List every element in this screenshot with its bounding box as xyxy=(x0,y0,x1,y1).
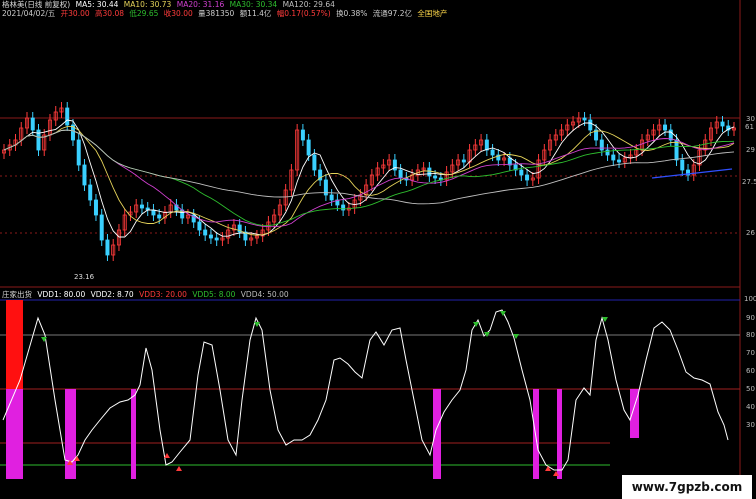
ma-line xyxy=(3,119,735,238)
candle-body xyxy=(203,229,208,236)
oscillator-line xyxy=(2,309,729,471)
indicator-panel-frame xyxy=(0,299,740,466)
candle-body xyxy=(329,194,334,201)
price-tick-2: 61 xyxy=(745,123,754,131)
magenta-bar xyxy=(6,389,23,479)
ma-line xyxy=(3,129,735,227)
candle-body xyxy=(82,164,87,186)
ind-tick-90: 90 xyxy=(746,314,755,322)
candle-body xyxy=(300,129,305,141)
candle-body xyxy=(151,209,156,216)
price-tick-1: 30 xyxy=(746,115,755,123)
price-tick-5: 26 xyxy=(746,229,755,237)
candle-body xyxy=(433,175,438,179)
ind-tick-70: 70 xyxy=(746,349,755,357)
candle-body xyxy=(76,139,81,166)
candle-body xyxy=(65,107,70,126)
vdd5-value: VDD5: 8.00 xyxy=(192,290,236,299)
candle-body xyxy=(105,239,110,256)
price-tick-4: 27.5 xyxy=(742,178,756,186)
candle-body xyxy=(312,154,317,171)
candle-body xyxy=(99,214,104,241)
candle-body xyxy=(519,169,524,176)
candle-body xyxy=(680,159,685,171)
indicator-line xyxy=(2,309,729,471)
vdd4-value: VDD4: 50.00 xyxy=(240,290,289,299)
ind-tick-40: 40 xyxy=(746,403,755,411)
magenta-bar xyxy=(433,389,441,479)
candle-body xyxy=(484,139,489,151)
ind-tick-100: 100 xyxy=(744,295,756,303)
magenta-bar xyxy=(557,389,562,479)
magenta-bar xyxy=(533,389,539,479)
candle-body xyxy=(139,204,144,209)
ma-line xyxy=(3,129,735,228)
price-tick-3: 29 xyxy=(746,146,755,154)
candle-body xyxy=(617,159,622,163)
candle-body xyxy=(461,159,466,163)
vdd1-value: VDD1: 80.00 xyxy=(37,290,86,299)
candle-body xyxy=(398,169,403,179)
vdd2-value: VDD2: 8.70 xyxy=(90,290,134,299)
ma-line xyxy=(3,126,735,236)
magenta-bar xyxy=(65,389,76,479)
candle-body xyxy=(663,124,668,131)
candle-body xyxy=(490,149,495,156)
candle-body xyxy=(157,214,162,219)
ind-tick-60: 60 xyxy=(746,367,755,375)
candlestick-series xyxy=(2,102,737,261)
candle-body xyxy=(720,121,725,127)
buy-arrow xyxy=(545,466,551,471)
candle-body xyxy=(611,154,616,161)
moving-average-lines xyxy=(3,119,735,238)
buy-arrow xyxy=(164,453,170,458)
candle-body xyxy=(93,199,98,216)
candle-body xyxy=(588,119,593,131)
candle-body xyxy=(306,139,311,156)
candle-body xyxy=(525,174,530,181)
candle-body xyxy=(30,117,35,131)
candle-body xyxy=(674,139,679,161)
signal-arrows xyxy=(41,311,608,476)
indicator-title[interactable]: 庄家出货 xyxy=(2,290,32,299)
red-bar xyxy=(6,300,23,389)
buy-arrow xyxy=(176,466,182,471)
price-low-label: 23.16 xyxy=(74,273,95,281)
candle-body xyxy=(197,221,202,231)
candle-body xyxy=(341,204,346,211)
ind-tick-50: 50 xyxy=(746,385,755,393)
price-panel-frame xyxy=(0,0,741,487)
candle-body xyxy=(88,184,93,201)
ind-tick-80: 80 xyxy=(746,331,755,339)
candle-body xyxy=(214,237,219,241)
ind-tick-30: 30 xyxy=(746,421,755,429)
candle-body xyxy=(427,167,432,177)
kline-chart-canvas[interactable] xyxy=(0,0,756,487)
candle-body xyxy=(208,234,213,239)
watermark: www.7gpzb.com xyxy=(622,475,752,499)
magenta-bar xyxy=(131,389,136,479)
indicator-header: 庄家出货 VDD1: 80.00 VDD2: 8.70 VDD3: 20.00 … xyxy=(2,290,292,300)
candle-body xyxy=(582,117,587,121)
vdd3-value: VDD3: 20.00 xyxy=(139,290,187,299)
